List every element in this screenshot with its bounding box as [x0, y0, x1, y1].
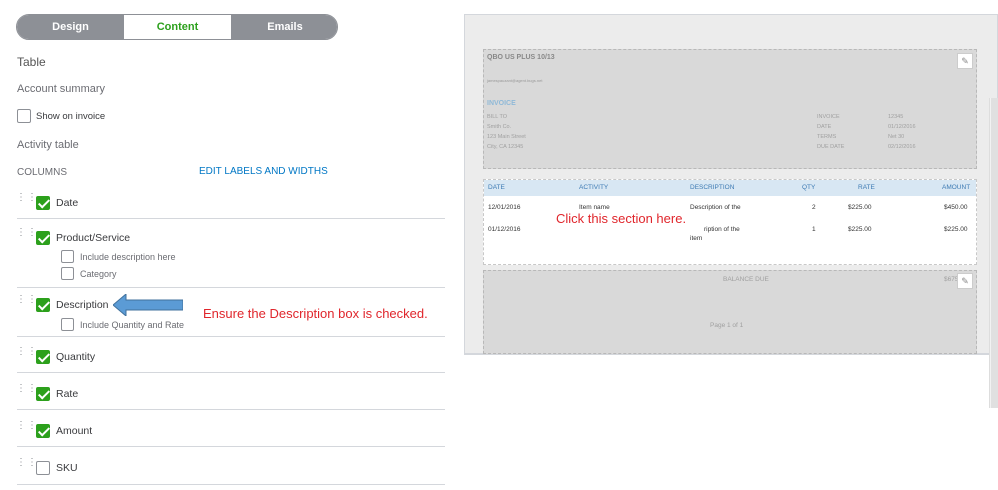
description-annotation: Ensure the Description box is checked. — [203, 306, 428, 321]
invoice-customization-screen: Design Content Emails Table Account summ… — [0, 0, 998, 490]
invoice-meta-values: 12345 01/12/2016 Net 30 02/12/2016 — [888, 114, 916, 150]
drag-handle-icon[interactable]: ⋮⋮ — [16, 421, 37, 434]
divider — [464, 354, 998, 355]
row2-description-line2: item — [690, 235, 703, 242]
quantity-checkbox[interactable] — [36, 350, 50, 364]
drag-handle-icon[interactable]: ⋮⋮ — [16, 458, 37, 471]
divider — [17, 218, 445, 219]
edit-labels-widths-link[interactable]: EDIT LABELS AND WIDTHS — [199, 166, 328, 177]
include-description-label: Include description here — [80, 252, 176, 262]
divider — [17, 336, 445, 337]
row2-rate: $225.00 — [848, 226, 872, 233]
tab-design[interactable]: Design — [17, 15, 124, 39]
tab-emails[interactable]: Emails — [231, 15, 337, 39]
scrollbar-thumb[interactable] — [991, 98, 998, 408]
divider — [17, 446, 445, 447]
account-summary-heading: Account summary — [17, 83, 106, 95]
edit-pencil-icon[interactable]: ✎ — [957, 53, 973, 69]
sku-label: SKU — [56, 462, 78, 474]
balance-due-section[interactable]: BALANCE DUE $675 ✎ Page 1 of 1 — [483, 270, 977, 354]
include-description-checkbox[interactable] — [61, 250, 74, 263]
activity-table-heading: Activity table — [17, 139, 79, 151]
header-activity: ACTIVITY — [579, 184, 609, 191]
row2-amount: $225.00 — [944, 226, 968, 233]
bill-to-block: BILL TO Smith Co. 123 Main Street City, … — [487, 114, 526, 150]
category-checkbox[interactable] — [61, 267, 74, 280]
include-qty-rate-checkbox[interactable] — [61, 318, 74, 331]
divider — [17, 409, 445, 410]
sku-checkbox[interactable] — [36, 461, 50, 475]
invoice-title: INVOICE — [487, 100, 516, 107]
invoice-meta-labels: INVOICE DATE TERMS DUE DATE — [817, 114, 845, 150]
tab-content[interactable]: Content — [124, 15, 231, 39]
row2-qty: 1 — [812, 226, 816, 233]
balance-due-label: BALANCE DUE — [723, 276, 769, 283]
amount-label: Amount — [56, 425, 93, 437]
tab-bar: Design Content Emails — [16, 14, 338, 40]
edit-pencil-icon[interactable]: ✎ — [957, 273, 973, 289]
quantity-label: Quantity — [56, 351, 96, 363]
row1-rate: $225.00 — [848, 204, 872, 211]
columns-heading: COLUMNS — [17, 167, 68, 178]
header-rate: RATE — [858, 184, 875, 191]
header-date: DATE — [488, 184, 505, 191]
header-qty: QTY — [802, 184, 816, 191]
row1-amount: $450.00 — [944, 204, 968, 211]
drag-handle-icon[interactable]: ⋮⋮ — [16, 347, 37, 360]
rate-checkbox[interactable] — [36, 387, 50, 401]
company-name: QBO US PLUS 10/13 — [487, 54, 555, 61]
section-title: Table — [17, 55, 46, 69]
show-on-invoice-label: Show on invoice — [36, 111, 106, 122]
row1-qty: 2 — [812, 204, 816, 211]
row2-date: 01/12/2016 — [488, 226, 521, 233]
divider — [17, 287, 445, 288]
description-checkbox[interactable] — [36, 298, 50, 312]
header-amount: AMOUNT — [942, 184, 971, 191]
drag-handle-icon[interactable]: ⋮⋮ — [16, 193, 37, 206]
click-section-annotation: Click this section here. — [556, 211, 687, 226]
product-service-label: Product/Service — [56, 232, 131, 244]
divider — [17, 484, 445, 485]
include-qty-rate-label: Include Quantity and Rate — [80, 320, 185, 330]
amount-checkbox[interactable] — [36, 424, 50, 438]
divider — [17, 372, 445, 373]
company-email: jamespauzant@agent.bugs.net — [487, 78, 543, 83]
invoice-header-section[interactable]: QBO US PLUS 10/13 jamespauzant@agent.bug… — [483, 49, 977, 169]
category-label: Category — [80, 269, 117, 279]
header-description: DESCRIPTION — [690, 184, 735, 191]
row1-activity: Item name — [579, 204, 610, 211]
preview-scrollbar[interactable] — [989, 98, 998, 408]
table-header: DATE ACTIVITY DESCRIPTION QTY RATE AMOUN… — [484, 180, 976, 196]
description-label: Description — [56, 299, 109, 311]
left-arrow-icon — [113, 294, 183, 316]
rate-label: Rate — [56, 388, 79, 400]
date-checkbox[interactable] — [36, 196, 50, 210]
show-on-invoice-checkbox[interactable] — [17, 109, 31, 123]
drag-handle-icon[interactable]: ⋮⋮ — [16, 384, 37, 397]
drag-handle-icon[interactable]: ⋮⋮ — [16, 228, 37, 241]
page-indicator: Page 1 of 1 — [710, 322, 744, 329]
row2-description: ription of the — [704, 226, 740, 233]
row1-description: Description of the — [690, 204, 741, 211]
row1-date: 12/01/2016 — [488, 204, 521, 211]
product-service-checkbox[interactable] — [36, 231, 50, 245]
drag-handle-icon[interactable]: ⋮⋮ — [16, 295, 37, 308]
invoice-preview: QBO US PLUS 10/13 jamespauzant@agent.bug… — [464, 14, 998, 354]
date-label: Date — [56, 197, 79, 209]
